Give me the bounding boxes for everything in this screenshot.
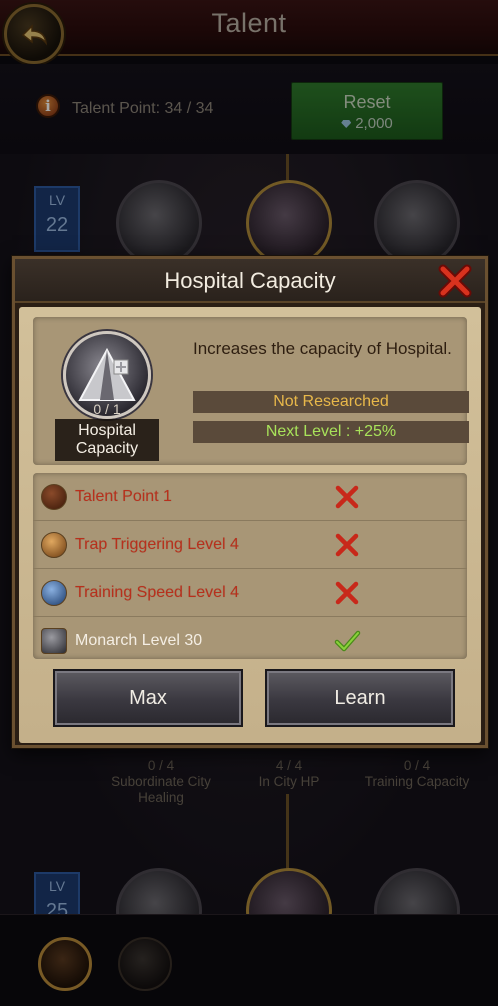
max-button[interactable]: Max xyxy=(53,669,243,727)
knight-helmet-icon xyxy=(41,628,67,654)
requirement-text: Training Speed Level 4 xyxy=(75,584,239,601)
dialog-title: Hospital Capacity xyxy=(164,268,336,293)
close-icon[interactable] xyxy=(437,263,473,299)
dialog-body: 0 / 1 Hospital Capacity Increases the ca… xyxy=(19,307,481,743)
requirement-row: Monarch Level 30 xyxy=(33,617,467,665)
next-level-bonus: Next Level : +25% xyxy=(193,421,469,443)
trap-icon xyxy=(41,532,67,558)
red-x-icon xyxy=(335,485,359,509)
skill-info-card: 0 / 1 Hospital Capacity Increases the ca… xyxy=(33,317,469,465)
requirement-text: Trap Triggering Level 4 xyxy=(75,536,239,553)
requirement-text: Talent Point 1 xyxy=(75,488,172,505)
skill-name: Hospital Capacity xyxy=(55,419,159,461)
requirement-row: Talent Point 1 xyxy=(33,473,467,521)
requirement-row: Trap Triggering Level 4 xyxy=(33,521,467,569)
soldier-icon xyxy=(41,580,67,606)
skill-description: Increases the capacity of Hospital. xyxy=(193,339,452,358)
hospital-capacity-dialog: Hospital Capacity 0 / 1 Hospital Capacit… xyxy=(12,256,488,748)
skill-level: 0 / 1 xyxy=(93,401,121,417)
green-check-icon xyxy=(334,630,361,652)
research-status: Not Researched xyxy=(193,391,469,413)
book-icon xyxy=(41,484,67,510)
red-x-icon xyxy=(335,533,359,557)
requirement-text: Monarch Level 30 xyxy=(75,632,203,649)
learn-button[interactable]: Learn xyxy=(265,669,455,727)
requirements-list: Talent Point 1 Trap Triggering Level 4 T… xyxy=(33,473,467,659)
dialog-header: Hospital Capacity xyxy=(15,259,485,303)
red-x-icon xyxy=(335,581,359,605)
requirement-row: Training Speed Level 4 xyxy=(33,569,467,617)
